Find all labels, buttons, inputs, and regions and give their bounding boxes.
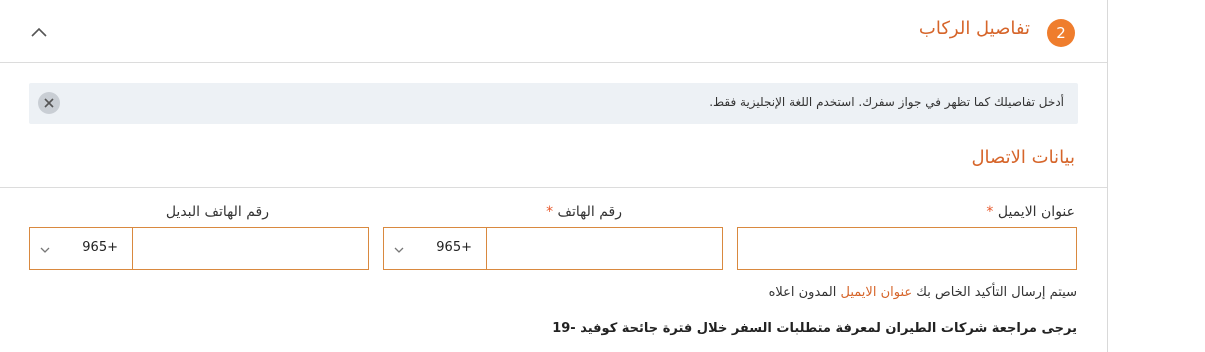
email-address-link[interactable]: عنوان الايميل bbox=[841, 285, 913, 300]
alt-phone-label: رقم الهاتف البديل bbox=[166, 204, 269, 220]
step-number-badge: 2 bbox=[1047, 19, 1075, 47]
section-header[interactable]: تفاصيل الركاب 2 bbox=[0, 0, 1107, 63]
required-mark: * bbox=[546, 204, 554, 220]
email-field[interactable] bbox=[737, 227, 1077, 270]
section-title: تفاصيل الركاب bbox=[918, 18, 1030, 39]
passenger-details-panel: تفاصيل الركاب 2 أدخل تفاصيلك كما تظهر في… bbox=[0, 0, 1108, 352]
phone-country-code: 965+ bbox=[436, 240, 472, 255]
phone-country-code-select[interactable]: 965+ bbox=[384, 228, 487, 269]
required-mark: * bbox=[986, 204, 994, 220]
chevron-down-icon bbox=[38, 242, 52, 256]
confirmation-suffix: المدون اعلاه bbox=[768, 285, 837, 300]
phone-label-text: رقم الهاتف bbox=[557, 204, 622, 220]
passport-notice: أدخل تفاصيلك كما تظهر في جواز سفرك. استخ… bbox=[29, 83, 1078, 124]
alt-phone-country-code-select[interactable]: 965+ bbox=[30, 228, 133, 269]
contact-details-title: بيانات الاتصال bbox=[971, 147, 1075, 168]
confirmation-note: سيتم إرسال التأكيد الخاص بك عنوان الايمي… bbox=[769, 285, 1077, 300]
close-icon[interactable] bbox=[38, 92, 60, 114]
phone-label: رقم الهاتف * bbox=[546, 204, 622, 220]
chevron-down-icon bbox=[392, 242, 406, 256]
alt-phone-field[interactable]: 965+ bbox=[29, 227, 369, 270]
email-label: عنوان الايميل * bbox=[986, 204, 1075, 220]
phone-field[interactable]: 965+ bbox=[383, 227, 723, 270]
page-margin bbox=[1108, 0, 1205, 352]
alt-phone-country-code: 965+ bbox=[82, 240, 118, 255]
notice-text: أدخل تفاصيلك كما تظهر في جواز سفرك. استخ… bbox=[709, 95, 1064, 109]
alt-phone-label-text: رقم الهاتف البديل bbox=[165, 204, 269, 220]
email-label-text: عنوان الايميل bbox=[997, 204, 1075, 220]
divider bbox=[0, 187, 1107, 188]
covid-travel-note: يرجى مراجعة شركات الطيران لمعرفة متطلبات… bbox=[552, 321, 1077, 336]
chevron-up-icon[interactable] bbox=[28, 22, 50, 44]
confirmation-prefix: سيتم إرسال التأكيد الخاص بك bbox=[916, 285, 1077, 300]
